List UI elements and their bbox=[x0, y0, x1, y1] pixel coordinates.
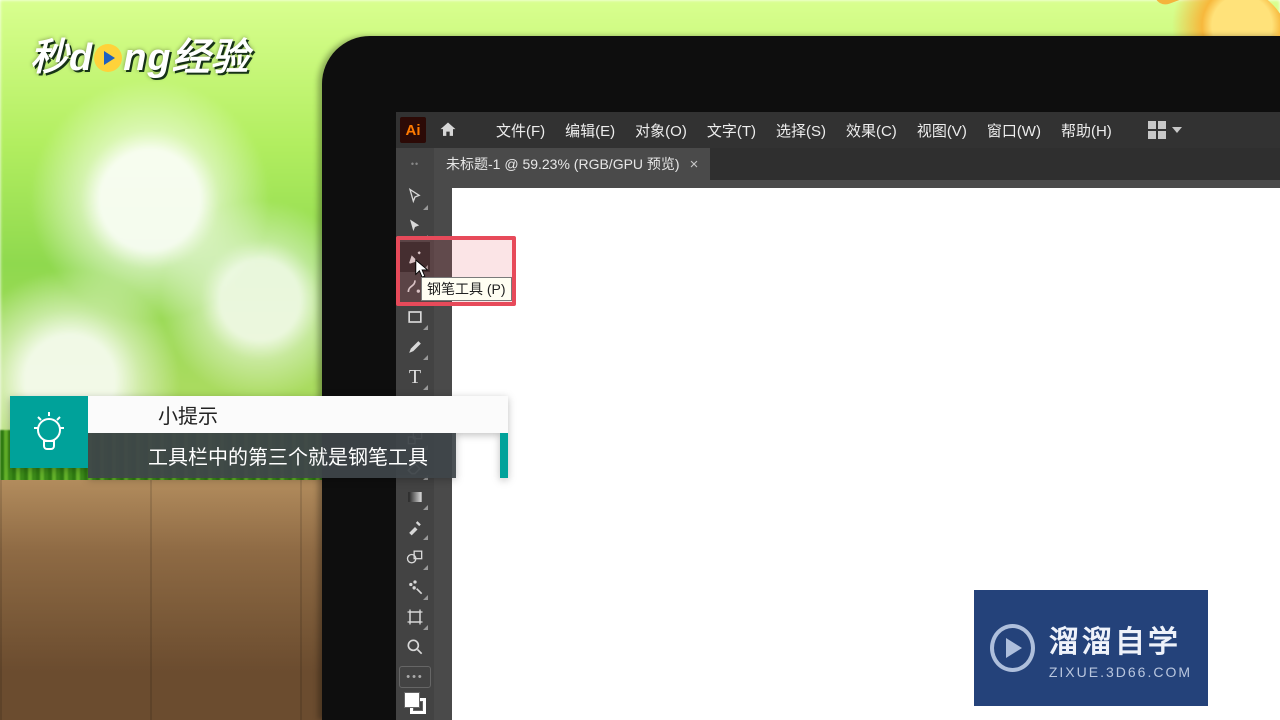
zoom-tool[interactable] bbox=[400, 632, 430, 662]
menu-effect[interactable]: 效果(C) bbox=[836, 116, 907, 145]
watermark-url: ZIXUE.3D66.COM bbox=[1049, 664, 1192, 680]
direct-selection-tool[interactable] bbox=[400, 212, 430, 242]
menubar: Ai 文件(F) 编辑(E) 对象(O) 文字(T) 选择(S) 效果(C) 视… bbox=[396, 112, 1280, 148]
toolbar-header: •• bbox=[396, 148, 434, 180]
home-icon bbox=[438, 120, 458, 140]
type-tool[interactable]: T bbox=[400, 362, 430, 392]
selection-icon bbox=[405, 187, 425, 207]
artboard-tool[interactable] bbox=[400, 602, 430, 632]
gradient-tool[interactable] bbox=[400, 482, 430, 512]
workspace-grid-icon bbox=[1148, 121, 1166, 139]
menu-edit[interactable]: 编辑(E) bbox=[555, 116, 625, 145]
tip-message: 工具栏中的第三个就是钢笔工具 bbox=[88, 433, 456, 478]
rectangle-icon bbox=[405, 307, 425, 327]
pen-icon bbox=[405, 247, 425, 267]
menu-select[interactable]: 选择(S) bbox=[766, 116, 836, 145]
blend-icon bbox=[405, 547, 425, 567]
watermark-card: 溜溜自学 ZIXUE.3D66.COM bbox=[974, 590, 1208, 706]
workspace-switcher[interactable] bbox=[1148, 121, 1182, 139]
type-icon: T bbox=[409, 366, 421, 389]
rectangle-tool[interactable] bbox=[400, 302, 430, 332]
menu-window[interactable]: 窗口(W) bbox=[977, 116, 1051, 145]
tip-accent-bar bbox=[500, 433, 508, 478]
watermark-play-icon bbox=[990, 624, 1035, 672]
chevron-down-icon bbox=[1172, 127, 1182, 133]
menu-view[interactable]: 视图(V) bbox=[907, 116, 977, 145]
pen-tool[interactable] bbox=[400, 242, 430, 272]
tip-body: 小提示 工具栏中的第三个就是钢笔工具 bbox=[88, 396, 508, 468]
watermark-title: 溜溜自学 bbox=[1049, 617, 1192, 661]
logo-play-icon bbox=[94, 44, 122, 72]
tab-close-button[interactable]: × bbox=[690, 156, 699, 173]
tip-banner: 小提示 工具栏中的第三个就是钢笔工具 bbox=[10, 396, 508, 468]
paintbrush-icon bbox=[405, 337, 425, 357]
app-badge: Ai bbox=[400, 117, 426, 143]
paintbrush-tool[interactable] bbox=[400, 332, 430, 362]
fill-stroke-swatch[interactable] bbox=[400, 688, 430, 718]
edit-toolbar-button[interactable]: ••• bbox=[399, 666, 431, 688]
tabstrip: •• 未标题-1 @ 59.23% (RGB/GPU 预览) × bbox=[396, 148, 1280, 180]
sprayer-icon bbox=[405, 577, 425, 597]
menu-items: 文件(F) 编辑(E) 对象(O) 文字(T) 选择(S) 效果(C) 视图(V… bbox=[486, 116, 1122, 145]
tip-heading: 小提示 bbox=[88, 396, 508, 433]
menu-object[interactable]: 对象(O) bbox=[625, 116, 697, 145]
site-logo: 秒dng经验 bbox=[30, 26, 250, 81]
fill-stroke-icon bbox=[404, 692, 426, 714]
document-title: 未标题-1 @ 59.23% (RGB/GPU 预览) bbox=[446, 154, 680, 174]
artboard-icon bbox=[405, 607, 425, 627]
selection-tool[interactable] bbox=[400, 182, 430, 212]
direct-selection-icon bbox=[405, 217, 425, 237]
menu-type[interactable]: 文字(T) bbox=[697, 116, 766, 145]
menu-help[interactable]: 帮助(H) bbox=[1051, 116, 1122, 145]
gradient-icon bbox=[405, 487, 425, 507]
home-button[interactable] bbox=[434, 117, 462, 143]
menu-file[interactable]: 文件(F) bbox=[486, 116, 555, 145]
blend-tool[interactable] bbox=[400, 542, 430, 572]
eyedropper-tool[interactable] bbox=[400, 512, 430, 542]
symbol-sprayer-tool[interactable] bbox=[400, 572, 430, 602]
document-tab[interactable]: 未标题-1 @ 59.23% (RGB/GPU 预览) × bbox=[434, 148, 710, 180]
tip-bulb-icon bbox=[10, 396, 88, 468]
zoom-icon bbox=[405, 637, 425, 657]
eyedropper-icon bbox=[405, 517, 425, 537]
pen-tool-tooltip: 钢笔工具 (P) bbox=[421, 277, 512, 301]
